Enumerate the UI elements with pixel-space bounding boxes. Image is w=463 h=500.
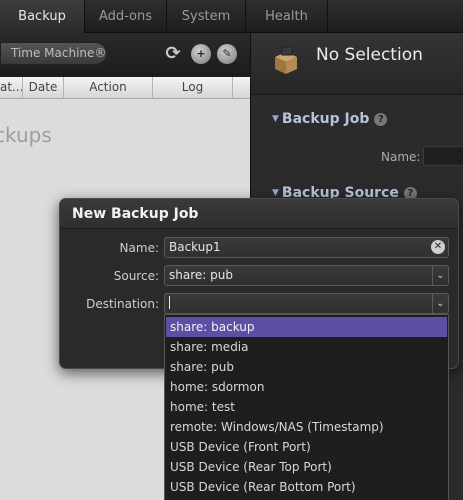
backup-job-section-title[interactable]: ▼ Backup Job?: [272, 111, 388, 127]
list-toolbar: Time Machine® ⟳ + ✎: [0, 33, 250, 77]
app-window: Backup Add-ons System Health Time Machin…: [0, 0, 463, 500]
source-label: Source:: [113, 269, 159, 283]
edit-job-icon[interactable]: ✎: [217, 44, 237, 64]
dropdown-option[interactable]: share: media: [166, 337, 447, 357]
expand-triangle-icon: ▼: [272, 114, 279, 124]
destination-label: Destination:: [86, 297, 159, 311]
name-value: Backup1: [169, 240, 221, 254]
column-action[interactable]: Action: [64, 77, 153, 99]
box-icon: [275, 46, 297, 74]
time-machine-button[interactable]: Time Machine®: [0, 42, 107, 65]
refresh-icon[interactable]: ⟳: [163, 44, 183, 64]
tab-add-ons[interactable]: Add-ons: [85, 0, 167, 33]
text-cursor: [169, 296, 170, 309]
detail-header: No Selection: [251, 33, 463, 95]
detail-name-field[interactable]: [423, 146, 463, 166]
dropdown-option[interactable]: USB Device (Front Port): [166, 437, 447, 457]
add-job-icon[interactable]: +: [191, 44, 211, 64]
tab-system[interactable]: System: [167, 0, 246, 33]
dropdown-option[interactable]: share: pub: [166, 357, 447, 377]
clear-icon[interactable]: ✕: [431, 240, 445, 254]
source-select[interactable]: share: pub ⌄: [164, 265, 449, 286]
dropdown-option[interactable]: share: backup: [166, 317, 447, 337]
chevron-down-icon[interactable]: ⌄: [432, 294, 448, 313]
column-log[interactable]: Log: [153, 77, 233, 99]
destination-dropdown-list: share: backup share: media share: pub ho…: [164, 314, 449, 500]
name-field[interactable]: Backup1 ✕: [164, 237, 449, 258]
tab-health[interactable]: Health: [246, 0, 328, 33]
detail-title: No Selection: [316, 45, 423, 65]
chevron-down-icon[interactable]: ⌄: [432, 266, 448, 285]
tab-backup[interactable]: Backup: [0, 0, 85, 33]
destination-select[interactable]: ⌄: [164, 293, 449, 314]
dropdown-option[interactable]: remote: Windows/NAS (Timestamp): [166, 417, 447, 437]
dropdown-option[interactable]: home: sdormon: [166, 377, 447, 397]
detail-name-label: Name:: [381, 150, 421, 164]
name-label: Name:: [119, 241, 159, 255]
expand-triangle-icon: ▼: [272, 188, 279, 198]
column-date[interactable]: Date: [23, 77, 64, 99]
dropdown-option[interactable]: home: test: [166, 397, 447, 417]
dropdown-option[interactable]: USB Device (Rear Top Port): [166, 457, 447, 477]
dialog-title: New Backup Job: [60, 199, 458, 229]
backup-job-section-label: Backup Job: [281, 111, 370, 127]
empty-list-message: ckups: [0, 123, 52, 147]
dropdown-option[interactable]: USB Device (Rear Bottom Port): [166, 477, 447, 497]
table-header: at... Date Action Log: [0, 77, 250, 99]
column-status[interactable]: at...: [0, 77, 23, 99]
source-value: share: pub: [169, 268, 233, 282]
help-icon[interactable]: ?: [374, 113, 388, 126]
main-tab-bar: Backup Add-ons System Health: [0, 0, 463, 33]
